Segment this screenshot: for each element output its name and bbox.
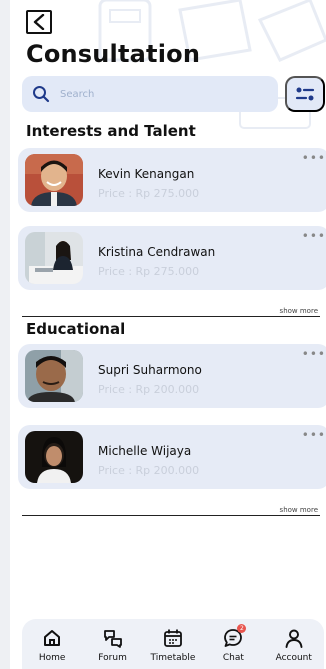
more-options-icon[interactable]: ••• bbox=[302, 151, 326, 165]
consultant-name: Supri Suharmono bbox=[98, 363, 202, 377]
consultant-card[interactable]: Kristina Cendrawan Price : Rp 275.000 ••… bbox=[18, 226, 326, 290]
chat-icon-wrap: 2 bbox=[222, 624, 247, 649]
consultant-card[interactable]: Kevin Kenangan Price : Rp 275.000 ••• bbox=[18, 148, 326, 212]
nav-label: Chat bbox=[222, 653, 244, 663]
consultant-name: Kevin Kenangan bbox=[98, 167, 195, 181]
more-options-icon[interactable]: ••• bbox=[302, 229, 326, 243]
avatar bbox=[25, 431, 83, 483]
filter-button[interactable] bbox=[285, 76, 325, 112]
nav-label: Home bbox=[38, 653, 66, 663]
consultant-name: Kristina Cendrawan bbox=[98, 245, 216, 259]
nav-label: Account bbox=[275, 653, 312, 663]
calendar-icon bbox=[164, 629, 182, 647]
avatar bbox=[25, 232, 83, 284]
consultant-price: Price : Rp 200.000 bbox=[98, 464, 200, 477]
avatar bbox=[25, 154, 83, 206]
consultant-price: Price : Rp 200.000 bbox=[98, 383, 200, 396]
show-more-link[interactable]: show more bbox=[280, 307, 318, 315]
nav-label: Forum bbox=[98, 653, 127, 663]
nav-label: Timetable bbox=[150, 653, 196, 663]
consultant-price: Price : Rp 275.000 bbox=[98, 265, 200, 278]
show-more-link[interactable]: show more bbox=[280, 506, 318, 514]
search-input[interactable] bbox=[60, 88, 250, 100]
search-icon bbox=[33, 86, 50, 103]
home-icon bbox=[44, 630, 61, 646]
avatar bbox=[25, 350, 83, 402]
back-button[interactable] bbox=[26, 10, 52, 34]
consultant-card[interactable]: Supri Suharmono Price : Rp 200.000 ••• bbox=[18, 344, 326, 408]
consultant-price: Price : Rp 275.000 bbox=[98, 187, 200, 200]
section-title-educational: Educational bbox=[26, 320, 126, 338]
bottom-navigation: Home Forum Timetable 2 Chat Account bbox=[22, 619, 324, 669]
nav-forum[interactable]: Forum bbox=[84, 627, 142, 663]
chevron-left-icon bbox=[33, 14, 45, 30]
section-title-interests: Interests and Talent bbox=[26, 122, 196, 140]
consultant-name: Michelle Wijaya bbox=[98, 444, 192, 458]
page-title: Consultation bbox=[26, 40, 201, 68]
user-icon bbox=[285, 629, 303, 648]
forum-icon bbox=[103, 630, 122, 648]
nav-home[interactable]: Home bbox=[23, 627, 81, 663]
more-options-icon[interactable]: ••• bbox=[302, 347, 326, 361]
consultation-screen: Consultation Interests and Talent bbox=[10, 0, 326, 669]
notification-badge: 2 bbox=[237, 624, 247, 633]
consultant-card[interactable]: Michelle Wijaya Price : Rp 200.000 ••• bbox=[18, 425, 326, 489]
nav-account[interactable]: Account bbox=[265, 627, 323, 663]
more-options-icon[interactable]: ••• bbox=[302, 428, 326, 442]
nav-chat[interactable]: 2 Chat bbox=[204, 624, 262, 663]
nav-timetable[interactable]: Timetable bbox=[144, 627, 202, 663]
section-divider bbox=[22, 316, 320, 317]
search-bar[interactable] bbox=[22, 76, 278, 112]
filter-icon bbox=[295, 87, 315, 101]
section-divider bbox=[22, 515, 320, 516]
